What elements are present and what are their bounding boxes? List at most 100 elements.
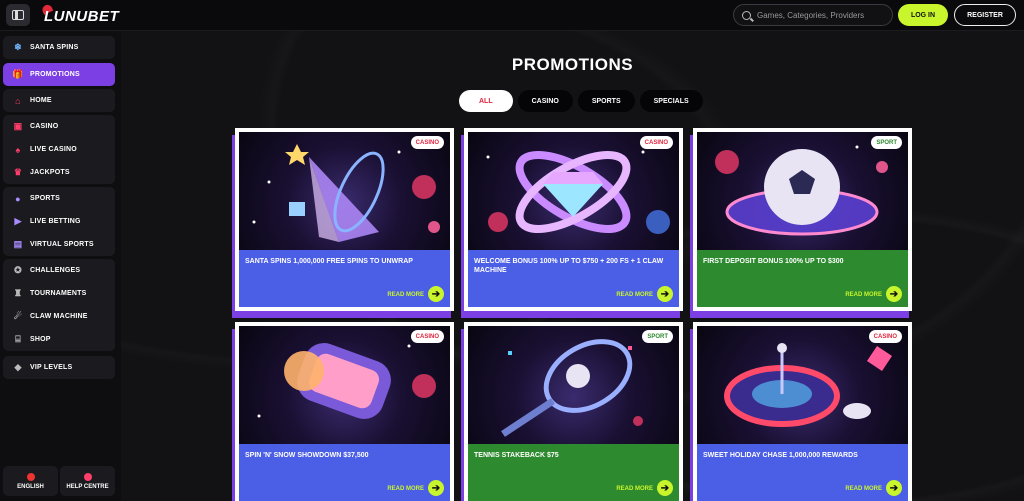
cards-icon: ♠ bbox=[15, 144, 21, 155]
read-more-link[interactable]: READ MORE bbox=[387, 292, 424, 298]
promo-title: SANTA SPINS 1,000,000 FREE SPINS TO UNWR… bbox=[245, 258, 413, 265]
trophy-icon: ♜ bbox=[13, 288, 23, 298]
help-icon bbox=[83, 472, 92, 481]
help-centre-button[interactable]: HELP CENTRE bbox=[60, 466, 115, 496]
promo-image bbox=[239, 326, 450, 444]
search-input[interactable] bbox=[757, 10, 887, 20]
sidebar-group: ◆ VIP LEVELS bbox=[3, 356, 115, 379]
read-more-link[interactable]: READ MORE bbox=[616, 486, 653, 492]
arrow-right-icon[interactable]: ➔ bbox=[886, 286, 902, 302]
sidebar-group: ❄ SANTA SPINS bbox=[3, 36, 115, 59]
sidebar-item-label: SPORTS bbox=[30, 195, 60, 202]
arrow-right-icon[interactable]: ➔ bbox=[657, 480, 673, 496]
promo-info: SANTA SPINS 1,000,000 FREE SPINS TO UNWR… bbox=[239, 250, 450, 307]
sidebar-group: ● SPORTS ▶ LIVE BETTING ▤ VIRTUAL SPORTS bbox=[3, 187, 115, 256]
sidebar-item-label: VIP LEVELS bbox=[30, 364, 73, 371]
sidebar-item-label: CLAW MACHINE bbox=[30, 313, 88, 320]
roulette-wheel-illustration bbox=[724, 343, 892, 427]
promo-title: TENNIS STAKEBACK $75 bbox=[474, 452, 559, 459]
arrow-right-icon[interactable]: ➔ bbox=[428, 286, 444, 302]
sidebar: ❄ SANTA SPINS 🎁 PROMOTIONS ⌂ HOME ▣ CASINO ♠… bbox=[0, 31, 121, 501]
football-planet-illustration bbox=[715, 145, 888, 236]
sidebar-item-santa-spins[interactable]: ❄ SANTA SPINS bbox=[3, 36, 115, 59]
promo-title: FIRST DEPOSIT BONUS 100% UP TO $300 bbox=[703, 258, 844, 265]
virtual-icon: ▤ bbox=[13, 239, 23, 249]
promo-info: SPIN 'N' SNOW SHOWDOWN $37,500 READ MORE… bbox=[239, 444, 450, 501]
sidebar-item-home[interactable]: ⌂ HOME bbox=[3, 89, 115, 112]
sidebar-item-live-casino[interactable]: ♠ LIVE CASINO bbox=[3, 138, 115, 161]
sidebar-item-label: CHALLENGES bbox=[30, 267, 81, 274]
promo-card[interactable]: CASINO SPIN 'N' SNOW SHOWDOWN $37,500 RE… bbox=[235, 322, 454, 501]
promo-card[interactable]: CASINO SWEET HOLIDAY CHASE 1,000,000 REW… bbox=[693, 322, 912, 501]
arrow-right-icon[interactable]: ➔ bbox=[428, 480, 444, 496]
slot-reel-illustration bbox=[257, 343, 436, 419]
ball-icon: ● bbox=[15, 193, 21, 204]
slot-icon: ▣ bbox=[13, 121, 23, 131]
sidebar-item-jackpots[interactable]: ♛ JACKPOTS bbox=[3, 161, 115, 184]
sidebar-item-label: HOME bbox=[30, 97, 52, 104]
sidebar-footer: ENGLISH HELP CENTRE bbox=[3, 466, 115, 496]
register-button[interactable]: REGISTER bbox=[954, 4, 1016, 26]
sidebar-item-label: TOURNAMENTS bbox=[30, 290, 87, 297]
claw-icon: ☄ bbox=[13, 311, 23, 321]
basket-icon: ⌸ bbox=[15, 334, 21, 344]
sidebar-group: ⌂ HOME bbox=[3, 89, 115, 112]
arrow-right-icon[interactable]: ➔ bbox=[657, 286, 673, 302]
sidebar-item-virtual-sports[interactable]: ▤ VIRTUAL SPORTS bbox=[3, 233, 115, 256]
search-box[interactable] bbox=[733, 4, 893, 26]
logo[interactable]: LUNUBET bbox=[44, 8, 119, 25]
medal-icon: ✪ bbox=[14, 265, 22, 275]
promo-image bbox=[697, 132, 908, 250]
sidebar-item-label: LIVE BETTING bbox=[30, 218, 81, 225]
promo-image bbox=[468, 326, 679, 444]
promo-card[interactable]: SPORT FIRST DEPOSIT BONUS 100% UP TO $30… bbox=[693, 128, 912, 311]
filter-sports[interactable]: SPORTS bbox=[577, 90, 635, 112]
filter-casino[interactable]: CASINO bbox=[517, 90, 573, 112]
promo-card[interactable]: SPORT TENNIS STAKEBACK $75 READ MORE ➔ bbox=[464, 322, 683, 501]
filter-specials[interactable]: SPECIALS bbox=[639, 90, 703, 112]
promo-card[interactable]: CASINO WELCOME BONUS 100% UP TO $750 + 2… bbox=[464, 128, 683, 311]
promo-title: WELCOME BONUS 100% UP TO $750 + 200 FS +… bbox=[474, 258, 664, 275]
filter-all[interactable]: ALL bbox=[459, 90, 513, 112]
sidebar-group: ▣ CASINO ♠ LIVE CASINO ♛ JACKPOTS bbox=[3, 115, 115, 184]
login-button[interactable]: LOG IN bbox=[898, 4, 948, 26]
promo-image bbox=[239, 132, 450, 250]
home-icon: ⌂ bbox=[15, 95, 21, 106]
sidebar-item-live-betting[interactable]: ▶ LIVE BETTING bbox=[3, 210, 115, 233]
arrow-right-icon[interactable]: ➔ bbox=[886, 480, 902, 496]
sidebar-icon bbox=[12, 10, 24, 20]
category-badge: CASINO bbox=[410, 136, 444, 149]
sidebar-item-vip-levels[interactable]: ◆ VIP LEVELS bbox=[3, 356, 115, 379]
sidebar-item-label: SHOP bbox=[30, 336, 51, 343]
sidebar-item-tournaments[interactable]: ♜ TOURNAMENTS bbox=[3, 282, 115, 305]
diamond-rings-illustration bbox=[486, 150, 670, 234]
promo-title: SPIN 'N' SNOW SHOWDOWN $37,500 bbox=[245, 452, 369, 459]
page-title: PROMOTIONS bbox=[511, 55, 634, 74]
live-icon: ▶ bbox=[14, 216, 22, 226]
read-more-link[interactable]: READ MORE bbox=[387, 486, 424, 492]
read-more-link[interactable]: READ MORE bbox=[845, 486, 882, 492]
language-button[interactable]: ENGLISH bbox=[3, 466, 58, 496]
sidebar-item-label: JACKPOTS bbox=[30, 169, 70, 176]
sidebar-item-shop[interactable]: ⌸ SHOP bbox=[3, 328, 115, 351]
category-badge: CASINO bbox=[868, 330, 902, 343]
category-badge: CASINO bbox=[410, 330, 444, 343]
promo-title: SWEET HOLIDAY CHASE 1,000,000 REWARDS bbox=[703, 452, 858, 459]
search-icon bbox=[742, 10, 751, 20]
promo-card[interactable]: CASINO SANTA SPINS 1,000,000 FREE SPINS … bbox=[235, 128, 454, 311]
christmas-tree-illustration bbox=[252, 144, 440, 242]
sidebar-item-claw-machine[interactable]: ☄ CLAW MACHINE bbox=[3, 305, 115, 328]
main-content: PROMOTIONS ALL CASINO SPORTS SPECIALS CA… bbox=[121, 31, 1024, 501]
read-more-link[interactable]: READ MORE bbox=[616, 292, 653, 298]
read-more-link[interactable]: READ MORE bbox=[845, 292, 882, 298]
sidebar-item-casino[interactable]: ▣ CASINO bbox=[3, 115, 115, 138]
sidebar-toggle-button[interactable] bbox=[6, 4, 30, 26]
promo-info: TENNIS STAKEBACK $75 READ MORE ➔ bbox=[468, 444, 679, 501]
crown-icon: ♛ bbox=[13, 167, 23, 177]
sidebar-item-sports[interactable]: ● SPORTS bbox=[3, 187, 115, 210]
flag-icon bbox=[26, 472, 35, 481]
category-badge: CASINO bbox=[639, 136, 673, 149]
sidebar-item-promotions[interactable]: 🎁 PROMOTIONS bbox=[3, 63, 115, 86]
promo-image bbox=[468, 132, 679, 250]
sidebar-item-challenges[interactable]: ✪ CHALLENGES bbox=[3, 259, 115, 282]
